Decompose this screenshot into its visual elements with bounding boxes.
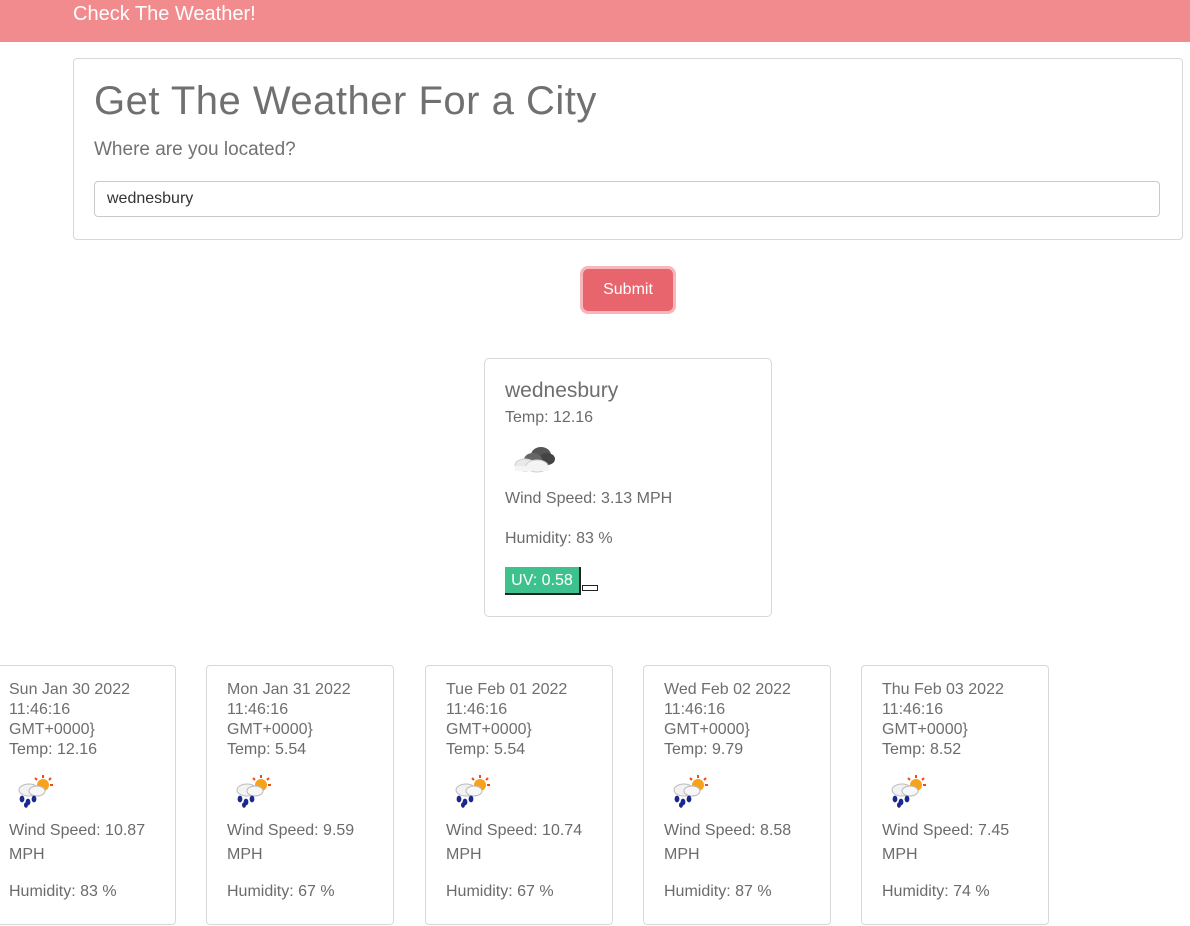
forecast-card: Tue Feb 01 2022 11:46:16 GMT+0000} Temp: … [425,665,613,925]
forecast-humidity: Humidity: 87 % [664,883,772,900]
forecast-wind-speed: Wind Speed: 10.87 MPH [9,822,146,863]
rain-sun-icon [13,774,55,808]
rain-sun-icon [886,774,928,808]
forecast-temp: Temp: 5.54 [227,741,307,758]
current-humidity: Humidity: 83 % [505,530,613,547]
forecast-date: Tue Feb 01 2022 11:46:16 GMT+0000} [446,681,568,738]
forecast-humidity: Humidity: 67 % [227,883,335,900]
current-temp: Temp: 12.16 [505,409,594,426]
forecast-date: Mon Jan 31 2022 11:46:16 GMT+0000} [227,681,351,738]
forecast-humidity: Humidity: 83 % [9,883,117,900]
forecast-humidity: Humidity: 67 % [446,883,554,900]
forecast-wind-speed: Wind Speed: 7.45 MPH [882,822,1010,863]
forecast-date: Wed Feb 02 2022 11:46:16 GMT+0000} [664,681,791,738]
current-weather-card: wednesbury Temp: 12.16 Wind Speed: 3.13 … [484,358,772,617]
rain-sun-icon [231,774,273,808]
cloudy-icon [514,447,555,473]
city-search-input[interactable] [94,181,1160,217]
forecast-temp: Temp: 9.79 [664,741,744,758]
current-wind-speed: Wind Speed: 3.13 MPH [505,490,673,507]
uv-indicator [582,585,598,591]
brand-title[interactable]: Check The Weather! [73,3,256,26]
forecast-card: Mon Jan 31 2022 11:46:16 GMT+0000} Temp: … [206,665,394,925]
current-city-name: wednesbury [505,379,619,402]
navbar: Check The Weather! [0,0,1190,42]
forecast-temp: Temp: 5.54 [446,741,526,758]
forecast-wind-speed: Wind Speed: 8.58 MPH [664,822,792,863]
forecast-date: Thu Feb 03 2022 11:46:16 GMT+0000} [882,681,1004,738]
forecast-temp: Temp: 8.52 [882,741,962,758]
page-title: Get The Weather For a City [94,79,597,123]
forecast-date: Sun Jan 30 2022 11:46:16 GMT+0000} [9,681,130,738]
forecast-temp: Temp: 12.16 [9,741,98,758]
forecast-card: Thu Feb 03 2022 11:46:16 GMT+0000} Temp: … [861,665,1049,925]
forecast-wind-speed: Wind Speed: 9.59 MPH [227,822,355,863]
forecast-card: Wed Feb 02 2022 11:46:16 GMT+0000} Temp: … [643,665,831,925]
forecast-humidity: Humidity: 74 % [882,883,990,900]
rain-sun-icon [450,774,492,808]
location-prompt: Where are you located? [94,139,296,160]
submit-button[interactable]: Submit [583,269,673,311]
rain-sun-icon [668,774,710,808]
forecast-wind-speed: Wind Speed: 10.74 MPH [446,822,583,863]
forecast-card: Sun Jan 30 2022 11:46:16 GMT+0000} Temp: … [0,665,176,925]
uv-index-badge: UV: 0.58 [505,567,581,595]
search-panel: Get The Weather For a City Where are you… [73,58,1183,240]
